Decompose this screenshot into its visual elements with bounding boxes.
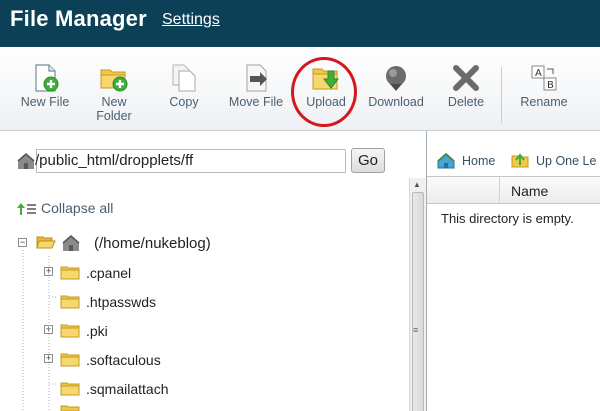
new-folder-label: New Folder [84, 95, 144, 123]
tree-item[interactable]: .sqmailattach [44, 379, 244, 399]
collapse-all-label: Collapse all [41, 200, 114, 216]
rename-icon: A B [531, 65, 557, 91]
tree-item[interactable]: + .cpanel [44, 263, 244, 283]
tree-item[interactable]: + .softaculous [44, 350, 244, 370]
folder-icon [60, 382, 80, 396]
upload-highlight-ring [291, 57, 357, 127]
settings-link[interactable]: Settings [162, 11, 220, 29]
collapse-all-link[interactable]: Collapse all [17, 200, 113, 216]
move-file-icon [246, 64, 267, 92]
file-list-pane: Home Up One Le Name This directory is em… [426, 131, 600, 411]
delete-icon [453, 65, 479, 91]
new-file-button[interactable]: New File [10, 47, 80, 131]
new-folder-label-line2: Folder [96, 109, 132, 123]
app-header: File Manager Settings [0, 0, 600, 47]
toolbar-separator [501, 67, 502, 123]
scroll-up-arrow-icon[interactable]: ▲ [413, 180, 421, 189]
tree-item[interactable]: + .pki [44, 321, 244, 341]
copy-button[interactable]: Copy [154, 47, 214, 131]
app-title: File Manager [10, 6, 147, 31]
tree-item-label: .sqmailattach [86, 381, 169, 397]
rename-label: Rename [520, 95, 568, 109]
svg-text:A: A [535, 68, 542, 79]
tree-item-label: .softaculous [86, 352, 161, 368]
column-header-name[interactable]: Name [511, 183, 548, 199]
new-folder-button[interactable]: New Folder [84, 47, 144, 131]
up-one-level-link[interactable]: Up One Le [536, 154, 596, 168]
file-list-header: Name [427, 176, 600, 204]
folder-icon [60, 295, 80, 309]
tree-item-label: .pki [86, 323, 108, 339]
home-icon [62, 235, 80, 251]
scrollbar-thumb[interactable] [412, 192, 424, 411]
empty-directory-message: This directory is empty. [441, 211, 574, 226]
new-file-icon [35, 64, 59, 92]
tree-item-label: .htpasswds [86, 294, 157, 310]
tree-guide-lines [22, 250, 58, 411]
new-folder-icon [100, 69, 128, 92]
tree-item[interactable]: .htpasswds [44, 292, 244, 312]
home-icon[interactable] [17, 152, 35, 170]
new-folder-label-line1: New [101, 95, 127, 109]
delete-label: Delete [447, 95, 485, 109]
home-icon[interactable] [437, 153, 455, 169]
file-list-toolbar: Home Up One Le [427, 131, 600, 175]
go-button[interactable]: Go [351, 148, 385, 173]
new-file-label: New File [20, 95, 70, 109]
folder-icon [60, 266, 80, 280]
tree-root-label: (/home/nukeblog) [94, 235, 211, 252]
tree-scrollbar[interactable]: ▲ ≡ [409, 178, 426, 411]
column-header-select[interactable] [427, 177, 500, 203]
download-icon [386, 66, 406, 91]
download-button[interactable]: Download [362, 47, 430, 131]
folder-icon [60, 405, 80, 411]
move-file-label: Move File [228, 95, 284, 109]
folder-icon [60, 353, 80, 367]
copy-icon [172, 64, 196, 92]
download-label: Download [368, 95, 424, 109]
up-one-level-icon[interactable] [511, 152, 529, 168]
move-file-button[interactable]: Move File [222, 47, 290, 131]
svg-text:B: B [547, 80, 554, 91]
path-input-value: /public_html/dropplets/ff [35, 152, 194, 169]
scrollbar-grip-icon: ≡ [413, 325, 419, 335]
folder-icon [60, 324, 80, 338]
copy-label: Copy [169, 95, 199, 109]
tree-item-label: .cpanel [86, 265, 132, 281]
rename-button[interactable]: A B Rename [512, 47, 576, 131]
delete-button[interactable]: Delete [438, 47, 494, 131]
collapse-all-icon [17, 203, 36, 215]
home-link[interactable]: Home [462, 154, 495, 168]
